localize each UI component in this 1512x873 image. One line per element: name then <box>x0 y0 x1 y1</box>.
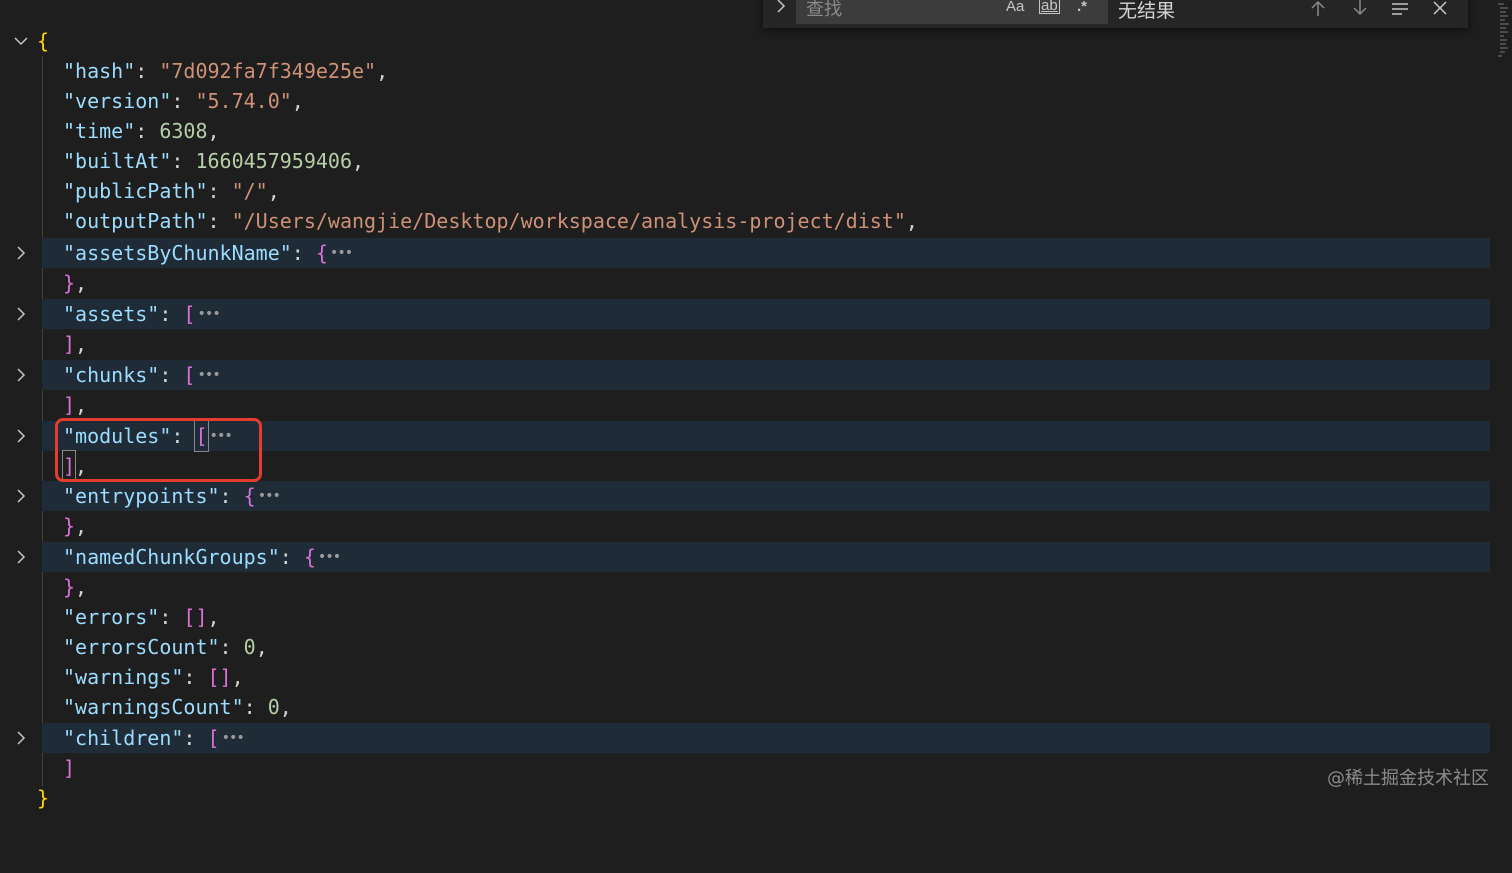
json-key: "chunks" <box>63 363 160 387</box>
folded-line[interactable]: "entrypoints": {••• <box>42 481 1490 511</box>
json-key: "version" <box>63 89 172 113</box>
open-bracket: { <box>315 241 328 265</box>
json-key: "children" <box>63 726 184 750</box>
find-in-selection-icon[interactable] <box>1388 0 1412 20</box>
code-editor[interactable]: { "hash": "7d092fa7f349e25e", "version":… <box>0 0 1512 810</box>
code-line: } <box>0 783 1490 813</box>
json-value: "/Users/wangjie/Desktop/workspace/analys… <box>231 209 906 233</box>
folded-line[interactable]: "namedChunkGroups": {••• <box>42 542 1490 572</box>
ellipsis-icon[interactable]: ••• <box>197 360 220 390</box>
code-line: { <box>0 26 1490 56</box>
fold-collapsed-chevron-icon[interactable] <box>10 299 32 329</box>
folded-line[interactable]: "children": [••• <box>42 723 1490 753</box>
code-line: }, <box>63 575 88 599</box>
minimap[interactable] <box>1494 0 1512 90</box>
find-input[interactable] <box>796 0 1108 24</box>
json-key: "entrypoints" <box>63 484 220 508</box>
code-line: ] <box>0 753 1490 783</box>
code-line: "hash": "7d092fa7f349e25e", <box>63 59 389 83</box>
watermark: @稀土掘金技术社区 <box>1327 768 1489 789</box>
open-bracket: { <box>243 484 256 508</box>
code-line: ], <box>63 393 88 417</box>
match-case-icon[interactable]: Aa <box>1006 0 1024 15</box>
json-value: "7d092fa7f349e25e" <box>159 59 377 83</box>
close-bracket: } <box>63 575 76 599</box>
close-icon[interactable] <box>1428 0 1452 20</box>
folded-line[interactable]: "assetsByChunkName": {••• <box>42 238 1490 268</box>
fold-collapsed-chevron-icon[interactable] <box>10 542 32 572</box>
find-widget: Aa ab .* 无结果 <box>763 0 1468 28</box>
code-line: "warningsCount": 0, <box>63 695 292 719</box>
json-key: "errorsCount" <box>63 635 220 659</box>
open-bracket: { <box>303 545 316 569</box>
open-bracket: [ <box>183 302 196 326</box>
json-key: "assets" <box>63 302 160 326</box>
code-line: }, <box>63 514 88 538</box>
json-key: "namedChunkGroups" <box>63 545 280 569</box>
code-line: ], <box>63 332 88 356</box>
ellipsis-icon[interactable]: ••• <box>330 238 353 268</box>
code-line: "time": 6308, <box>63 119 220 143</box>
ellipsis-icon[interactable]: ••• <box>210 421 233 451</box>
code-line: ], <box>0 450 1490 482</box>
code-line: "errorsCount": 0, <box>63 635 268 659</box>
json-value: 0 <box>267 695 280 719</box>
close-bracket: ] <box>63 756 76 780</box>
next-match-arrow-down-icon[interactable] <box>1348 0 1372 20</box>
ellipsis-icon[interactable]: ••• <box>222 723 245 753</box>
root-close-brace: } <box>37 786 50 810</box>
json-value: 0 <box>243 635 256 659</box>
folded-line[interactable]: "chunks": [••• <box>42 360 1490 390</box>
json-value: 6308 <box>159 119 208 143</box>
json-value: "5.74.0" <box>195 89 292 113</box>
json-key: "publicPath" <box>63 179 208 203</box>
code-line: "outputPath": "/Users/wangjie/Desktop/wo… <box>63 209 918 233</box>
json-value: [] <box>183 605 208 629</box>
close-bracket: ] <box>63 332 76 356</box>
close-bracket: } <box>63 271 76 295</box>
fold-collapsed-chevron-icon[interactable] <box>10 421 32 451</box>
open-bracket: [ <box>183 363 196 387</box>
json-key: "warningsCount" <box>63 695 244 719</box>
root-open-brace: { <box>37 29 50 53</box>
ellipsis-icon[interactable]: ••• <box>258 481 281 511</box>
find-result-text: 无结果 <box>1118 1 1176 22</box>
code-line: "builtAt": 1660457959406, <box>63 149 365 173</box>
json-value: "/" <box>231 179 268 203</box>
code-line: "publicPath": "/", <box>63 179 280 203</box>
json-value: 1660457959406 <box>195 149 353 173</box>
fold-collapsed-chevron-icon[interactable] <box>10 238 32 268</box>
folded-line[interactable]: "modules": [••• <box>42 420 1490 452</box>
toggle-replace-chevron-icon[interactable] <box>773 0 789 14</box>
json-key: "warnings" <box>63 665 184 689</box>
whole-word-icon[interactable]: ab <box>1039 0 1060 14</box>
json-key: "hash" <box>63 59 136 83</box>
fold-collapsed-chevron-icon[interactable] <box>10 360 32 390</box>
previous-match-arrow-up-icon[interactable] <box>1306 0 1330 20</box>
ellipsis-icon[interactable]: ••• <box>318 542 341 572</box>
close-bracket: } <box>63 514 76 538</box>
json-key: "assetsByChunkName" <box>63 241 292 265</box>
code-line: "warnings": [], <box>63 665 244 689</box>
json-value: [] <box>207 665 232 689</box>
close-bracket: ] <box>63 393 76 417</box>
json-key: "modules" <box>63 424 172 448</box>
open-bracket: [ <box>207 726 220 750</box>
code-line: "version": "5.74.0", <box>63 89 304 113</box>
code-line: }, <box>63 271 88 295</box>
fold-expanded-chevron-icon[interactable] <box>10 26 32 56</box>
ellipsis-icon[interactable]: ••• <box>197 299 220 329</box>
open-bracket: [ <box>194 420 209 452</box>
json-key: "builtAt" <box>63 149 172 173</box>
close-bracket: ] <box>61 450 77 482</box>
json-key: "outputPath" <box>63 209 208 233</box>
json-key: "errors" <box>63 605 160 629</box>
folded-line[interactable]: "assets": [••• <box>42 299 1490 329</box>
code-line: "errors": [], <box>63 605 220 629</box>
regex-icon[interactable]: .* <box>1077 0 1087 15</box>
fold-collapsed-chevron-icon[interactable] <box>10 723 32 753</box>
json-key: "time" <box>63 119 136 143</box>
fold-collapsed-chevron-icon[interactable] <box>10 481 32 511</box>
